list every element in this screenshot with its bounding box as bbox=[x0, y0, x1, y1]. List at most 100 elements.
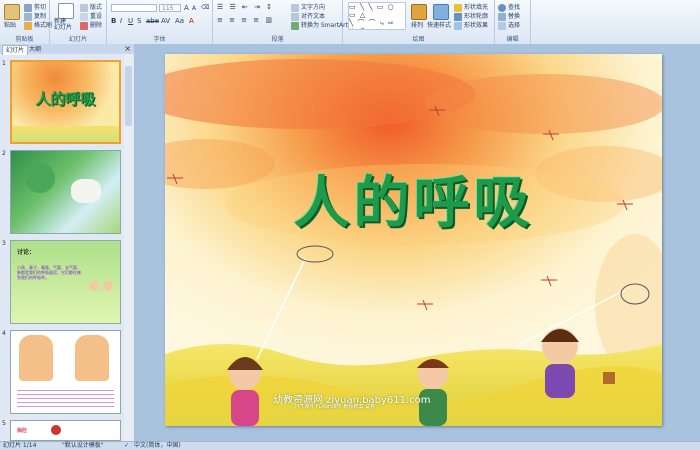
font-group-label: 字体 bbox=[153, 36, 166, 43]
clear-format-icon[interactable]: ⌫ bbox=[201, 4, 209, 11]
close-icon[interactable]: × bbox=[124, 44, 131, 53]
select-button[interactable]: 选择 bbox=[498, 20, 520, 30]
slide-number: 5 bbox=[2, 420, 6, 427]
new-slide-icon bbox=[58, 3, 74, 19]
slide-thumbnail[interactable]: 胸腔 bbox=[10, 420, 121, 441]
panel-scrollbar[interactable] bbox=[124, 54, 133, 441]
new-slide-button[interactable]: 新建 幻灯片 bbox=[54, 19, 72, 31]
current-slide[interactable]: 人的呼吸 幼教资源网 ziyuan.baby611.com PPT课件 FLAS… bbox=[165, 54, 662, 426]
char-spacing-icon[interactable]: AV bbox=[161, 17, 170, 25]
jar-icon bbox=[603, 372, 615, 384]
paragraph-group: ☰ ☰ ⇤ ⇥ ↕ ≡ ≡ ≡ ≡ ▥ 文字方向 对齐文本 转换为 SmartA… bbox=[213, 0, 348, 44]
tab-outline[interactable]: 大纲 bbox=[26, 45, 44, 54]
drawing-group-label: 绘图 bbox=[412, 36, 425, 43]
panel-tabs: 幻灯片 大纲 × bbox=[0, 44, 134, 55]
grow-font-icon[interactable]: A bbox=[184, 4, 189, 12]
effects-icon bbox=[454, 21, 462, 30]
underline-icon[interactable]: U bbox=[128, 17, 133, 25]
shadow-icon[interactable]: S bbox=[137, 17, 141, 25]
delete-icon bbox=[80, 21, 88, 30]
cloud bbox=[425, 74, 662, 134]
slide-number: 4 bbox=[2, 330, 6, 337]
list-buttons-icon[interactable]: ☰ ☰ ⇤ ⇥ ↕ bbox=[217, 3, 274, 11]
slide-watermark-subtitle: PPT课件 FLASH课件 教师教案 试卷 bbox=[295, 404, 375, 410]
tab-slides[interactable]: 幻灯片 bbox=[2, 45, 29, 55]
slide-number: 1 bbox=[2, 60, 6, 67]
slides-panel: 幻灯片 大纲 × 1 人的呼吸 2 3 讨论： 小孩、鼻子、喉咙、气管、支气管、… bbox=[0, 44, 135, 441]
format-painter-button[interactable]: 格式刷 bbox=[24, 20, 52, 30]
slide-thumbnail[interactable]: 讨论： 小孩、鼻子、喉咙、气管、支气管、肺都是我们的呼吸器官，它们都在做到我们的… bbox=[10, 240, 121, 324]
editing-group: 查找 替换 选择 编辑 bbox=[495, 0, 531, 44]
find-label: 查找 bbox=[508, 4, 521, 11]
clipboard-group-label: 剪贴板 bbox=[15, 36, 34, 43]
align-buttons-icon[interactable]: ≡ ≡ ≡ ≡ ▥ bbox=[217, 16, 274, 24]
thumbnail-tree bbox=[25, 163, 55, 193]
select-icon bbox=[498, 21, 506, 30]
slide-canvas: 人的呼吸 幼教资源网 ziyuan.baby611.com PPT课件 FLAS… bbox=[134, 44, 700, 441]
slide-thumbnail-body: 小孩、鼻子、喉咙、气管、支气管、肺都是我们的呼吸器官，它们都在做到我们的呼吸呼。 bbox=[17, 265, 81, 280]
shape-effects-label: 形状效果 bbox=[464, 22, 489, 29]
font-color-icon[interactable]: A bbox=[189, 17, 194, 25]
align-text-label: 对齐文本 bbox=[301, 13, 326, 20]
slide-thumbnail[interactable] bbox=[10, 150, 121, 234]
thumbnail-figure bbox=[71, 179, 101, 203]
smartart-icon bbox=[291, 21, 299, 30]
delete-label: 删除 bbox=[90, 22, 103, 29]
strikethrough-icon[interactable]: abe bbox=[146, 17, 159, 25]
thumbnail-child-icon bbox=[89, 281, 99, 291]
font-group: 115 A A ⌫ B I U S abe AV Aa A 字体 bbox=[107, 0, 213, 44]
thumbnail-lungs-diagram bbox=[75, 335, 109, 381]
clipboard-group: 粘贴 剪切 复制 格式刷 剪贴板 bbox=[0, 0, 52, 44]
paste-icon bbox=[4, 4, 20, 20]
slide-thumbnail-title: 胸腔 bbox=[17, 428, 28, 434]
slide-title[interactable]: 人的呼吸 bbox=[165, 158, 662, 239]
font-size-field[interactable]: 115 bbox=[159, 4, 181, 12]
thumbnail-text-lines bbox=[17, 387, 114, 407]
slide-number: 2 bbox=[2, 150, 6, 157]
thumbnail-child-icon bbox=[103, 281, 113, 291]
editing-group-label: 编辑 bbox=[506, 36, 519, 43]
slide-number: 3 bbox=[2, 240, 6, 247]
quick-styles-icon bbox=[433, 4, 449, 20]
arrange-icon bbox=[411, 4, 427, 20]
arrange-button[interactable]: 排列 bbox=[411, 20, 423, 29]
shrink-font-icon[interactable]: A bbox=[192, 5, 196, 12]
convert-smartart-button[interactable]: 转换为 SmartArt bbox=[291, 20, 348, 30]
change-case-icon[interactable]: Aa bbox=[175, 17, 184, 25]
shape-fill-label: 形状填充 bbox=[464, 4, 489, 11]
shapes-gallery[interactable]: ▭ ╲ ╲ ▭ ○ ▭ △╲ ⌒ ⌒ ⤷ ⇨ ☆ ⬡⟨ ⌒ ⌒ ☺ ◇ ⬠ ⟩ bbox=[348, 2, 406, 30]
text-direction-label: 文字方向 bbox=[301, 4, 326, 11]
scrollbar-thumb[interactable] bbox=[125, 66, 132, 126]
slide-background-art bbox=[165, 54, 662, 426]
ribbon: 粘贴 剪切 复制 格式刷 剪贴板 新建 幻灯片 版式 重设 删除 幻灯片 115… bbox=[0, 0, 700, 45]
drawing-group: ▭ ╲ ╲ ▭ ○ ▭ △╲ ⌒ ⌒ ⤷ ⇨ ☆ ⬡⟨ ⌒ ⌒ ☺ ◇ ⬠ ⟩ … bbox=[343, 0, 495, 44]
slide-thumbnail[interactable] bbox=[10, 330, 121, 414]
shape-effects-button[interactable]: 形状效果 bbox=[454, 20, 488, 30]
delete-button[interactable]: 删除 bbox=[80, 20, 102, 30]
child-left-body bbox=[231, 390, 259, 426]
slides-group: 新建 幻灯片 版式 重设 删除 幻灯片 bbox=[50, 0, 107, 44]
thumbnail-heart-icon bbox=[51, 425, 61, 435]
quick-styles-button[interactable]: 快速样式 bbox=[427, 20, 451, 29]
select-label: 选择 bbox=[508, 22, 521, 29]
child-right-body bbox=[545, 364, 575, 398]
thumbnail-meadow bbox=[12, 126, 119, 142]
slides-group-label: 幻灯片 bbox=[68, 36, 87, 43]
slide-thumbnail-title: 人的呼吸 bbox=[35, 90, 96, 108]
shape-outline-label: 形状轮廓 bbox=[464, 13, 489, 20]
thumbnail-lungs-diagram bbox=[19, 335, 53, 381]
copy-label: 复制 bbox=[34, 13, 47, 20]
reset-label: 重设 bbox=[90, 13, 103, 20]
font-name-field[interactable] bbox=[111, 4, 157, 12]
replace-label: 替换 bbox=[508, 13, 521, 20]
paragraph-group-label: 段落 bbox=[271, 36, 284, 43]
slide-thumbnail[interactable]: 人的呼吸 bbox=[10, 60, 121, 144]
slide-thumbnail-title: 讨论： bbox=[17, 249, 36, 256]
cut-label: 剪切 bbox=[34, 4, 47, 11]
brush-icon bbox=[24, 21, 32, 30]
paste-button[interactable]: 粘贴 bbox=[4, 20, 16, 29]
italic-icon[interactable]: I bbox=[120, 17, 122, 25]
layout-label: 版式 bbox=[90, 4, 103, 11]
bold-icon[interactable]: B bbox=[111, 17, 116, 25]
convert-smartart-label: 转换为 SmartArt bbox=[301, 22, 348, 29]
